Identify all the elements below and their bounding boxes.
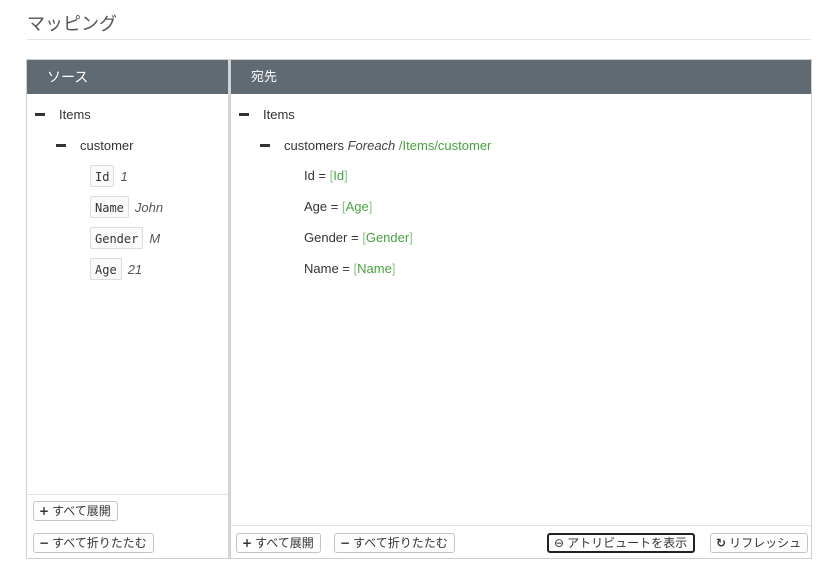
mapping-ref[interactable]: Id: [333, 168, 344, 183]
mapping-ref[interactable]: Name: [357, 261, 392, 276]
source-attr-row: Name John: [90, 196, 163, 218]
source-panel: ソース Items customer Id 1 Name John Gender M …: [26, 59, 229, 559]
mapping-label: Id =: [304, 168, 327, 183]
source-footer-divider: [27, 494, 228, 495]
minus-icon: −: [39, 536, 50, 550]
destination-expand-all-button[interactable]: + すべて展開: [236, 533, 321, 553]
destination-customers-label: customers: [284, 138, 344, 153]
destination-footer-divider: [231, 525, 811, 526]
source-customer-label: customer: [80, 138, 134, 153]
mapping-ref[interactable]: Age: [346, 199, 369, 214]
attribute-tag[interactable]: Name: [90, 196, 129, 218]
source-expand-all-button[interactable]: + すべて展開: [33, 501, 118, 521]
foreach-keyword: Foreach: [347, 138, 396, 153]
mapping-close-bracket: ]: [409, 230, 413, 245]
attribute-tag[interactable]: Age: [90, 258, 122, 280]
attribute-tag[interactable]: Id: [90, 165, 115, 187]
mapping-row: Id = [Id]: [304, 165, 348, 187]
refresh-label: リフレッシュ: [729, 536, 802, 550]
destination-panel-header: 宛先: [231, 60, 811, 94]
destination-tree-root: Items: [239, 104, 295, 126]
source-panel-header: ソース: [27, 60, 228, 94]
mapping-close-bracket: ]: [391, 261, 396, 276]
source-collapse-all-label: すべて折りたたむ: [52, 536, 147, 550]
source-tree-customer: customer: [56, 135, 133, 157]
plus-icon: +: [39, 504, 50, 518]
minus-icon: −: [340, 536, 351, 550]
collapse-icon[interactable]: [239, 113, 249, 117]
attribute-tag[interactable]: Gender: [90, 227, 144, 249]
source-attr-row: Gender M: [90, 227, 160, 249]
collapse-icon[interactable]: [56, 144, 66, 148]
mapping-row: Name = [Name]: [304, 258, 395, 280]
attribute-value: 21: [127, 262, 143, 277]
source-attr-row: Age 21: [90, 258, 142, 280]
destination-tree-customers: customers Foreach /Items/customer: [260, 135, 491, 157]
refresh-icon: ↻: [716, 536, 727, 550]
show-attributes-button[interactable]: ⊖ アトリビュートを表示: [547, 533, 696, 553]
attribute-value: John: [134, 200, 164, 215]
source-root-label: Items: [59, 107, 91, 122]
plus-icon: +: [242, 536, 253, 550]
destination-root-label: Items: [263, 107, 295, 122]
mapping-label: Name =: [304, 261, 350, 276]
refresh-button[interactable]: ↻ リフレッシュ: [710, 533, 809, 553]
source-collapse-all-button[interactable]: − すべて折りたたむ: [33, 533, 154, 553]
toggle-icon: ⊖: [554, 536, 565, 550]
source-expand-all-label: すべて展開: [52, 504, 111, 518]
destination-collapse-all-label: すべて折りたたむ: [353, 536, 448, 550]
mapping-label: Age =: [304, 199, 339, 214]
destination-expand-all-label: すべて展開: [255, 536, 314, 550]
mapping-row: Gender = [Gender]: [304, 227, 413, 249]
destination-collapse-all-button[interactable]: − すべて折りたたむ: [334, 533, 455, 553]
source-tree-root: Items: [35, 104, 91, 126]
attribute-value: M: [149, 231, 161, 246]
page-title: マッピング: [27, 14, 117, 35]
source-attr-row: Id 1: [90, 165, 128, 187]
collapse-icon[interactable]: [35, 113, 45, 117]
destination-panel: 宛先 Items customers Foreach /Items/custom…: [230, 59, 812, 559]
show-attributes-label: アトリビュートを表示: [567, 536, 688, 550]
mapping-close-bracket: ]: [368, 199, 373, 214]
foreach-path[interactable]: /Items/customer: [399, 138, 491, 153]
mapping-row: Age = [Age]: [304, 196, 372, 218]
title-divider: [27, 39, 811, 40]
mapping-label: Gender =: [304, 230, 359, 245]
collapse-icon[interactable]: [260, 144, 270, 148]
mapping-close-bracket: ]: [344, 168, 348, 183]
attribute-value: 1: [120, 169, 128, 184]
mapping-ref[interactable]: Gender: [366, 230, 409, 245]
